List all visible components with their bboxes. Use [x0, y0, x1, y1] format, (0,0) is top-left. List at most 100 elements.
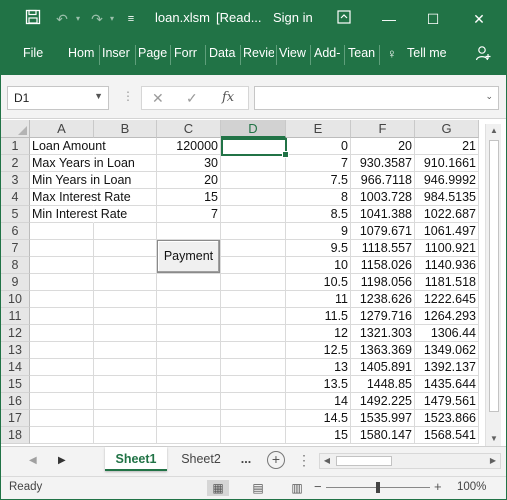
- name-box[interactable]: D1 ▼: [7, 86, 109, 110]
- cell-c2[interactable]: 30: [157, 155, 221, 172]
- cell-d3[interactable]: [221, 172, 286, 189]
- tab-add-ins[interactable]: Add-: [314, 46, 342, 60]
- cell-c14[interactable]: [157, 359, 221, 376]
- tab-team[interactable]: Tean: [348, 46, 378, 60]
- previous-sheet-icon[interactable]: ◀: [29, 455, 37, 466]
- cell-g4[interactable]: 984.5135: [415, 189, 479, 206]
- active-cell-d1[interactable]: [221, 138, 289, 158]
- tab-review[interactable]: Revie: [243, 46, 274, 60]
- sign-in-link[interactable]: Sign in: [273, 10, 313, 25]
- page-layout-view-icon[interactable]: ▤: [247, 480, 269, 496]
- row-header[interactable]: 5: [1, 206, 30, 223]
- cell-d6[interactable]: [221, 223, 286, 240]
- scroll-down-icon[interactable]: ▼: [486, 432, 502, 446]
- cell-g10[interactable]: 1222.645: [415, 291, 479, 308]
- cell-c13[interactable]: [157, 342, 221, 359]
- cell-g18[interactable]: 1568.541: [415, 427, 479, 444]
- cell-f12[interactable]: 1321.303: [351, 325, 415, 342]
- cell-a12[interactable]: [30, 325, 94, 342]
- cell-c5[interactable]: 7: [157, 206, 221, 223]
- cancel-icon[interactable]: ✕: [152, 90, 164, 107]
- cell-e12[interactable]: 12: [286, 325, 351, 342]
- cell-g17[interactable]: 1523.866: [415, 410, 479, 427]
- cell-g14[interactable]: 1392.137: [415, 359, 479, 376]
- cell-c11[interactable]: [157, 308, 221, 325]
- cell-e1[interactable]: 0: [286, 138, 351, 155]
- cell-b15[interactable]: [94, 376, 157, 393]
- cell-c4[interactable]: 15: [157, 189, 221, 206]
- minimize-icon[interactable]: —: [377, 7, 401, 31]
- cell-f11[interactable]: 1279.716: [351, 308, 415, 325]
- zoom-in-icon[interactable]: +: [434, 479, 442, 494]
- cell-g16[interactable]: 1479.561: [415, 393, 479, 410]
- maximize-icon[interactable]: ☐: [421, 7, 445, 31]
- cell-a6[interactable]: [30, 223, 94, 240]
- cell-c12[interactable]: [157, 325, 221, 342]
- undo-dropdown-icon[interactable]: ▾: [68, 9, 88, 29]
- cell-f4[interactable]: 1003.728: [351, 189, 415, 206]
- more-sheets-button[interactable]: ...: [233, 447, 259, 471]
- tell-me-search[interactable]: Tell me: [407, 46, 447, 60]
- formula-input[interactable]: ⌄: [254, 86, 499, 110]
- cell-g15[interactable]: 1435.644: [415, 376, 479, 393]
- column-header-d[interactable]: D: [221, 120, 286, 138]
- cell-d18[interactable]: [221, 427, 286, 444]
- zoom-slider-handle[interactable]: [376, 482, 380, 493]
- cell-g1[interactable]: 21: [415, 138, 479, 155]
- cell-b14[interactable]: [94, 359, 157, 376]
- cell-f13[interactable]: 1363.369: [351, 342, 415, 359]
- column-header-b[interactable]: B: [94, 120, 157, 138]
- cell-e11[interactable]: 11.5: [286, 308, 351, 325]
- cell-a17[interactable]: [30, 410, 94, 427]
- cell-f9[interactable]: 1198.056: [351, 274, 415, 291]
- column-header-a[interactable]: A: [30, 120, 94, 138]
- cell-d5[interactable]: [221, 206, 286, 223]
- cell-e5[interactable]: 8.5: [286, 206, 351, 223]
- cell-c1[interactable]: 120000: [157, 138, 221, 155]
- save-icon[interactable]: [23, 9, 43, 29]
- cell-e8[interactable]: 10: [286, 257, 351, 274]
- expand-formula-bar-icon[interactable]: ⌄: [485, 91, 493, 102]
- cell-b13[interactable]: [94, 342, 157, 359]
- cell-d2[interactable]: [221, 155, 286, 172]
- cell-a8[interactable]: [30, 257, 94, 274]
- zoom-out-icon[interactable]: −: [314, 479, 322, 494]
- horizontal-scroll-thumb[interactable]: [336, 456, 392, 466]
- row-header[interactable]: 9: [1, 274, 30, 291]
- insert-function-icon[interactable]: fx: [222, 90, 234, 105]
- more-options-icon[interactable]: ⋮: [122, 89, 134, 103]
- cell-d11[interactable]: [221, 308, 286, 325]
- cell-e18[interactable]: 15: [286, 427, 351, 444]
- cell-a14[interactable]: [30, 359, 94, 376]
- cell-a9[interactable]: [30, 274, 94, 291]
- cell-f7[interactable]: 1118.557: [351, 240, 415, 257]
- cell-b8[interactable]: [94, 257, 157, 274]
- cell-e10[interactable]: 11: [286, 291, 351, 308]
- row-header[interactable]: 2: [1, 155, 30, 172]
- cell-b11[interactable]: [94, 308, 157, 325]
- tab-sheet1[interactable]: Sheet1: [105, 447, 167, 471]
- cell-d13[interactable]: [221, 342, 286, 359]
- tab-formulas[interactable]: Forr: [174, 46, 202, 60]
- row-header[interactable]: 16: [1, 393, 30, 410]
- tab-data[interactable]: Data: [209, 46, 239, 60]
- row-header[interactable]: 3: [1, 172, 30, 189]
- tab-view[interactable]: View: [279, 46, 309, 60]
- add-sheet-icon[interactable]: +: [267, 451, 285, 469]
- cell-c9[interactable]: [157, 274, 221, 291]
- column-header-c[interactable]: C: [157, 120, 221, 138]
- cell-e15[interactable]: 13.5: [286, 376, 351, 393]
- row-header[interactable]: 14: [1, 359, 30, 376]
- cell-f8[interactable]: 1158.026: [351, 257, 415, 274]
- cell-b17[interactable]: [94, 410, 157, 427]
- cell-g6[interactable]: 1061.497: [415, 223, 479, 240]
- cell-b18[interactable]: [94, 427, 157, 444]
- cell-e2[interactable]: 7: [286, 155, 351, 172]
- cell-f1[interactable]: 20: [351, 138, 415, 155]
- cell-c15[interactable]: [157, 376, 221, 393]
- cell-f14[interactable]: 1405.891: [351, 359, 415, 376]
- cell-c6[interactable]: [157, 223, 221, 240]
- cell-f5[interactable]: 1041.388: [351, 206, 415, 223]
- cell-e16[interactable]: 14: [286, 393, 351, 410]
- row-header[interactable]: 6: [1, 223, 30, 240]
